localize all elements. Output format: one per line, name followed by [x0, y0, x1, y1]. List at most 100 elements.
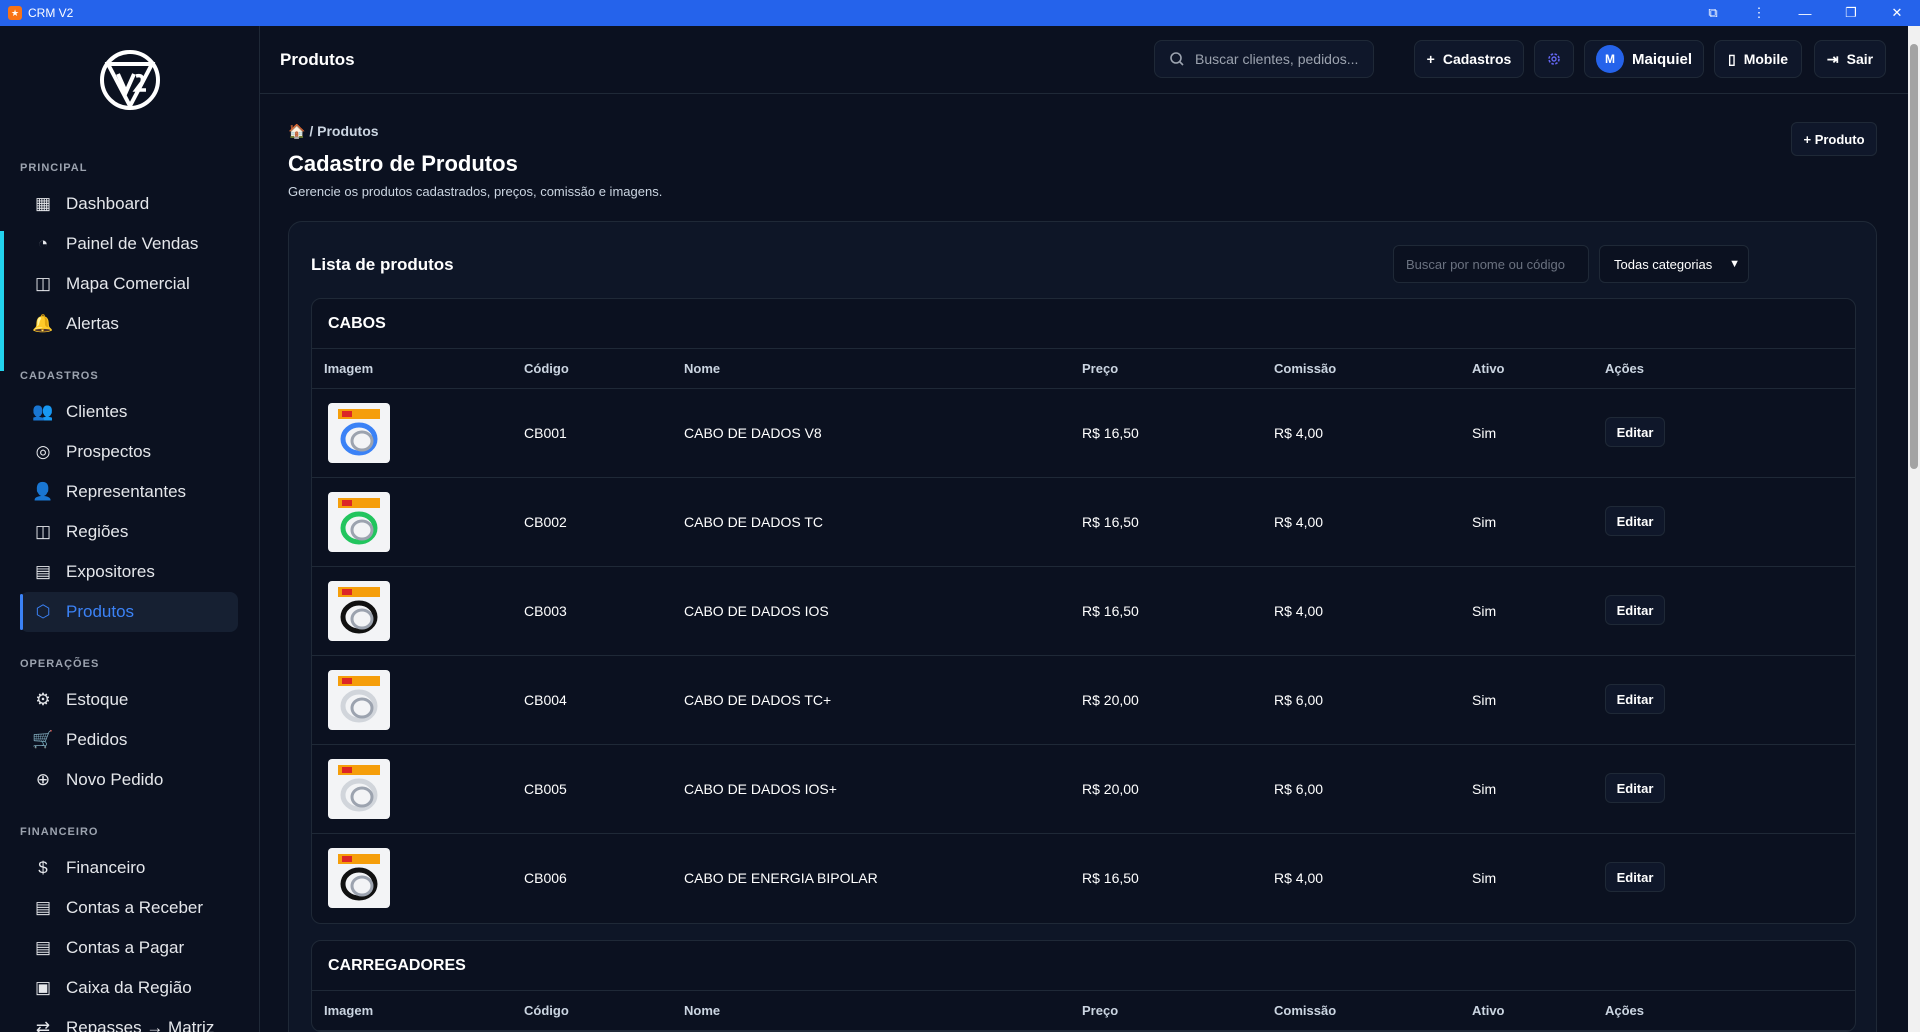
- edit-button[interactable]: Editar: [1605, 862, 1665, 892]
- window-title: CRM V2: [28, 6, 74, 20]
- representantes-icon: 👤: [32, 482, 54, 501]
- user-menu-button[interactable]: M Maiquiel: [1584, 40, 1704, 78]
- sidebar-item-painel-de-vendas[interactable]: ◔ Painel de Vendas: [20, 224, 238, 264]
- sidebar-item-label: Novo Pedido: [66, 770, 164, 789]
- home-icon[interactable]: 🏠: [288, 123, 305, 139]
- product-image: [328, 581, 390, 641]
- sidebar-item-estoque[interactable]: ⚙ Estoque: [20, 680, 238, 720]
- column-header: Preço: [1082, 1003, 1119, 1018]
- more-options-icon[interactable]: ⋮: [1736, 0, 1782, 26]
- product-list-card: Lista de produtos Buscar por nome ou cód…: [288, 221, 1877, 1032]
- table-row: CB001 CABO DE DADOS V8 R$ 16,50 R$ 4,00 Sim E…: [312, 389, 1855, 478]
- product-commission: R$ 6,00: [1274, 781, 1324, 797]
- settings-button[interactable]: [1534, 40, 1574, 78]
- sidebar-item-dashboard[interactable]: ▦ Dashboard: [20, 184, 238, 224]
- sidebar-item-prospectos[interactable]: ◎ Prospectos: [20, 432, 238, 472]
- contas-a-receber-icon: ▤: [34, 898, 52, 917]
- cadastros-button[interactable]: + Cadastros: [1414, 40, 1524, 78]
- minimize-button[interactable]: —: [1782, 0, 1828, 26]
- edit-button[interactable]: Editar: [1605, 684, 1665, 714]
- sidebar-item-mapa-comercial[interactable]: ◫ Mapa Comercial: [20, 264, 238, 304]
- scrollbar-thumb[interactable]: [1910, 44, 1918, 469]
- restore-button[interactable]: ❐: [1828, 0, 1874, 26]
- product-group-carregadores: CARREGADORES Imagem Código Nome Preço Comissã…: [311, 940, 1856, 1032]
- sidebar-item-label: Mapa Comercial: [66, 274, 190, 293]
- logout-button[interactable]: ⇥ Sair: [1814, 40, 1886, 78]
- dashboard-icon: ▦: [34, 194, 52, 213]
- product-name: CABO DE DADOS IOS+: [684, 781, 837, 797]
- category-selected: Todas categorias: [1614, 256, 1713, 272]
- sidebar-item-pedidos[interactable]: 🛒 Pedidos: [20, 720, 238, 760]
- sidebar-item-label: Representantes: [66, 482, 187, 501]
- financeiro-icon: $: [38, 858, 48, 877]
- column-header: Preço: [1082, 361, 1119, 376]
- produtos-icon: ⬡: [35, 602, 51, 621]
- column-header: Imagem: [324, 1003, 374, 1018]
- plus-icon: +: [1426, 51, 1435, 67]
- category-select[interactable]: Todas categorias ▼: [1599, 245, 1749, 283]
- page-scrollbar[interactable]: [1908, 26, 1920, 1032]
- sidebar-item-label: Expositores: [66, 562, 155, 581]
- group-title: CARREGADORES: [312, 941, 1855, 991]
- alertas-icon: 🔔: [32, 314, 54, 333]
- product-image: [328, 759, 390, 819]
- global-search-placeholder: Buscar clientes, pedidos...: [1195, 51, 1359, 67]
- breadcrumb-current: / Produtos: [309, 123, 379, 139]
- product-active: Sim: [1472, 603, 1497, 619]
- novo-pedido-icon: ⊕: [35, 770, 51, 789]
- contas-a-pagar-icon: ▤: [34, 938, 52, 957]
- sidebar-item-repasses-matriz[interactable]: ⇄ Repasses → Matriz: [20, 1008, 238, 1032]
- column-header: Comissão: [1274, 1003, 1337, 1018]
- product-image: [328, 848, 390, 908]
- gear-icon: [1548, 53, 1560, 65]
- column-header: Nome: [684, 1003, 721, 1018]
- sidebar-item-financeiro[interactable]: $ Financeiro: [20, 848, 238, 888]
- caixa-da-regiao-icon: ▣: [34, 978, 52, 997]
- sidebar-item-expositores[interactable]: ▤ Expositores: [20, 552, 238, 592]
- edit-button[interactable]: Editar: [1605, 506, 1665, 536]
- sidebar-item-representantes[interactable]: 👤 Representantes: [20, 472, 238, 512]
- column-header: Código: [524, 361, 569, 376]
- edit-button[interactable]: Editar: [1605, 417, 1665, 447]
- regioes-icon: ◫: [34, 522, 52, 541]
- chevron-down-icon: ▼: [1729, 258, 1740, 270]
- sidebar-item-produtos[interactable]: ⬡ Produtos: [20, 592, 238, 632]
- edit-button[interactable]: Editar: [1605, 773, 1665, 803]
- avatar: M: [1595, 45, 1624, 73]
- group-title: CABOS: [312, 299, 1855, 349]
- product-active: Sim: [1472, 425, 1497, 441]
- global-search-input[interactable]: Buscar clientes, pedidos...: [1154, 40, 1374, 78]
- product-name: CABO DE DADOS TC: [684, 514, 823, 530]
- product-code: CB006: [524, 870, 567, 886]
- sidebar-item-novo-pedido[interactable]: ⊕ Novo Pedido: [20, 760, 238, 800]
- sidebar-item-label: Prospectos: [66, 442, 152, 461]
- product-search-placeholder: Buscar por nome ou código: [1406, 256, 1565, 272]
- sidebar-item-label: Estoque: [66, 690, 129, 709]
- extensions-icon[interactable]: ⧉: [1690, 0, 1736, 26]
- close-button[interactable]: ✕: [1874, 0, 1920, 26]
- cadastros-label: Cadastros: [1442, 51, 1512, 67]
- sidebar-item-caixa-da-regiao[interactable]: ▣ Caixa da Região: [20, 968, 238, 1008]
- app-icon: ★: [8, 6, 22, 20]
- sidebar-item-clientes[interactable]: 👥 Clientes: [20, 392, 238, 432]
- sidebar-item-alertas[interactable]: 🔔 Alertas: [20, 304, 238, 344]
- page-title: Cadastro de Produtos: [288, 151, 518, 176]
- prospectos-icon: ◎: [35, 442, 51, 461]
- sidebar-item-regioes[interactable]: ◫ Regiões: [20, 512, 238, 552]
- logo-icon: [100, 50, 160, 111]
- product-code: CB004: [524, 692, 567, 708]
- mobile-button[interactable]: ▯ Mobile: [1714, 40, 1802, 78]
- product-active: Sim: [1472, 870, 1497, 886]
- sidebar-item-label: Repasses → Matriz: [66, 1018, 215, 1032]
- add-product-button[interactable]: + Produto: [1791, 122, 1877, 156]
- product-commission: R$ 4,00: [1274, 603, 1324, 619]
- product-name: CABO DE DADOS V8: [684, 425, 822, 441]
- sidebar-item-contas-a-receber[interactable]: ▤ Contas a Receber: [20, 888, 238, 928]
- painel-de-vendas-icon: ◔: [37, 234, 49, 253]
- edit-button[interactable]: Editar: [1605, 595, 1665, 625]
- column-header: Comissão: [1274, 361, 1337, 376]
- breadcrumb: 🏠 / Produtos: [288, 123, 379, 140]
- product-search-input[interactable]: Buscar por nome ou código: [1393, 245, 1589, 283]
- product-price: R$ 20,00: [1082, 692, 1139, 708]
- sidebar-item-contas-a-pagar[interactable]: ▤ Contas a Pagar: [20, 928, 238, 968]
